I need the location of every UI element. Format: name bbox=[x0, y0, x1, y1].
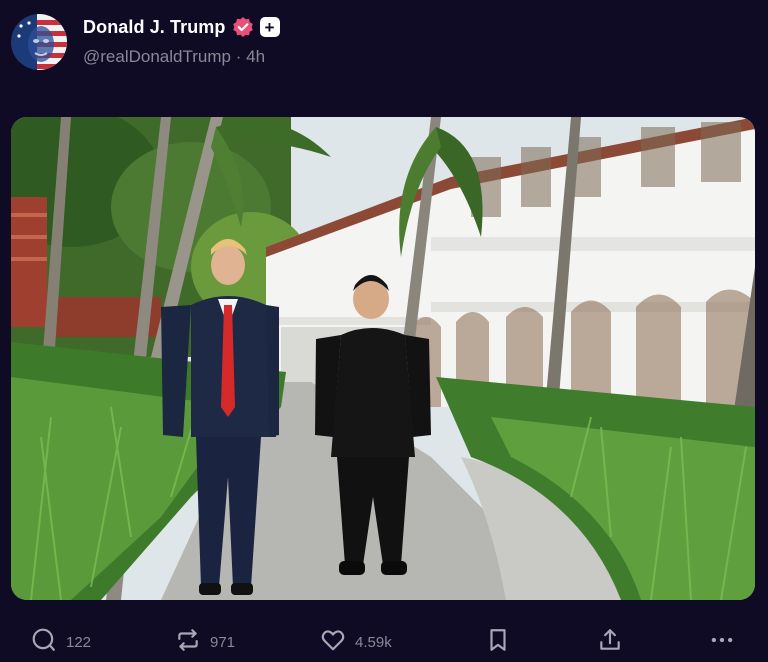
reply-button[interactable]: 122 bbox=[31, 622, 91, 662]
plus-badge[interactable]: + bbox=[259, 17, 280, 37]
repost-button[interactable]: 971 bbox=[175, 622, 235, 662]
like-count: 4.59k bbox=[355, 633, 392, 651]
share-icon bbox=[597, 627, 623, 658]
repost-icon bbox=[175, 627, 201, 658]
author-name[interactable]: Donald J. Trump bbox=[83, 17, 226, 38]
more-options-button[interactable] bbox=[709, 622, 735, 662]
more-icon bbox=[709, 627, 735, 658]
post-timestamp[interactable]: 4h bbox=[246, 47, 265, 66]
reply-count: 122 bbox=[66, 633, 92, 651]
repost-count: 971 bbox=[210, 633, 236, 651]
avatar-flag-portrait bbox=[11, 14, 67, 70]
bookmark-button[interactable] bbox=[485, 622, 511, 662]
photo-illustration bbox=[11, 117, 755, 600]
author-handle[interactable]: @realDonaldTrump bbox=[83, 47, 231, 66]
author-row: Donald J. Trump + bbox=[83, 14, 280, 40]
heart-icon bbox=[320, 627, 346, 658]
handle-row: @realDonaldTrump · 4h bbox=[83, 47, 265, 67]
like-button[interactable]: 4.59k bbox=[320, 622, 392, 662]
separator: · bbox=[235, 47, 242, 66]
post-actions-bar: 122 971 4.59k bbox=[0, 622, 768, 662]
avatar[interactable] bbox=[11, 14, 67, 70]
verified-badge-icon bbox=[232, 16, 254, 38]
reply-icon bbox=[31, 627, 57, 658]
share-button[interactable] bbox=[597, 622, 623, 662]
post-image[interactable] bbox=[11, 117, 755, 600]
bookmark-icon bbox=[485, 627, 511, 658]
